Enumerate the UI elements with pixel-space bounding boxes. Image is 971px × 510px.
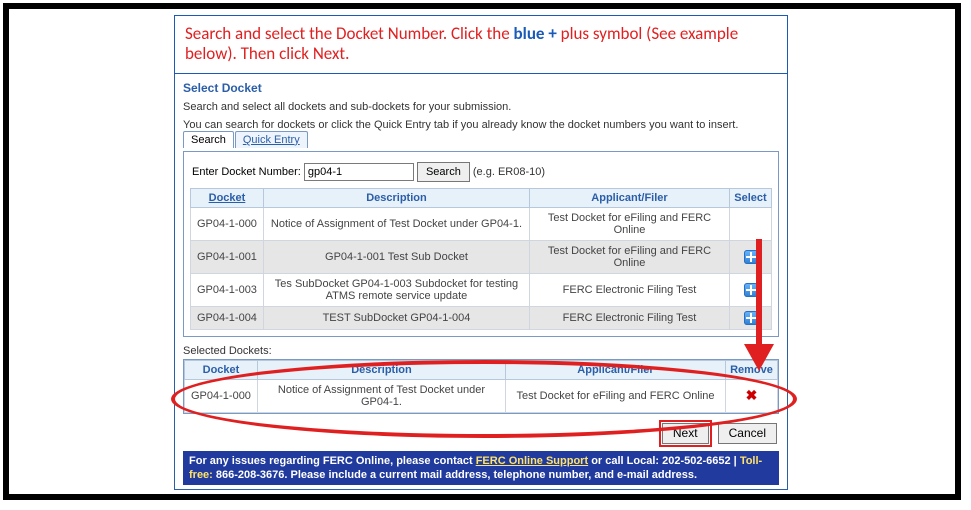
col-docket: Docket bbox=[185, 360, 258, 379]
select-docket-panel: Select Docket Search and select all dock… bbox=[174, 74, 788, 491]
cell-select bbox=[730, 306, 772, 329]
col-applicant: Applicant/Filer bbox=[506, 360, 726, 379]
cancel-button[interactable]: Cancel bbox=[718, 423, 777, 444]
footer-t3: Please include a current mail address, t… bbox=[287, 469, 697, 481]
page-frame: Search and select the Docket Number. Cli… bbox=[3, 3, 961, 500]
cell-docket: GP04-1-000 bbox=[185, 379, 258, 412]
selected-box: Docket Description Applicant/Filer Remov… bbox=[183, 359, 779, 414]
cell-applicant: Test Docket for eFiling and FERC Online bbox=[506, 379, 726, 412]
remove-icon[interactable]: ✖ bbox=[746, 388, 758, 402]
cell-docket: GP04-1-004 bbox=[191, 306, 264, 329]
docket-input[interactable] bbox=[304, 163, 414, 181]
cell-docket: GP04-1-003 bbox=[191, 273, 264, 306]
next-highlight: Next bbox=[659, 420, 712, 447]
cell-applicant: FERC Electronic Filing Test bbox=[530, 273, 730, 306]
plus-icon[interactable] bbox=[744, 250, 758, 264]
instruction-banner: Search and select the Docket Number. Cli… bbox=[174, 15, 788, 74]
cell-select bbox=[730, 273, 772, 306]
panel-legend: Select Docket bbox=[179, 78, 783, 101]
panel-desc2: You can search for dockets or click the … bbox=[179, 119, 783, 131]
cell-applicant: Test Docket for eFiling and FERC Online bbox=[530, 207, 730, 240]
col-description: Description bbox=[263, 188, 529, 207]
footer-support-link[interactable]: FERC Online Support bbox=[476, 455, 588, 467]
cell-desc: TEST SubDocket GP04-1-004 bbox=[263, 306, 529, 329]
example-text: (e.g. ER08-10) bbox=[473, 166, 545, 178]
table-row: GP04-1-003 Tes SubDocket GP04-1-003 Subd… bbox=[191, 273, 772, 306]
col-remove: Remove bbox=[726, 360, 778, 379]
plus-icon[interactable] bbox=[744, 311, 758, 325]
next-button[interactable]: Next bbox=[662, 423, 709, 444]
cell-desc: Notice of Assignment of Test Docket unde… bbox=[263, 207, 529, 240]
cell-remove: ✖ bbox=[726, 379, 778, 412]
nav-row: Next Cancel bbox=[185, 420, 777, 447]
docket-label: Enter Docket Number: bbox=[192, 166, 301, 178]
table-row: GP04-1-001 GP04-1-001 Test Sub Docket Te… bbox=[191, 240, 772, 273]
tab-quick-entry[interactable]: Quick Entry bbox=[235, 131, 308, 148]
cell-desc: Notice of Assignment of Test Docket unde… bbox=[257, 379, 505, 412]
selected-table: Docket Description Applicant/Filer Remov… bbox=[184, 360, 778, 413]
cell-docket: GP04-1-000 bbox=[191, 207, 264, 240]
plus-icon[interactable] bbox=[744, 283, 758, 297]
instruction-pre: Search and select the Docket Number. Cli… bbox=[185, 23, 514, 44]
cell-select bbox=[730, 240, 772, 273]
cell-applicant: Test Docket for eFiling and FERC Online bbox=[530, 240, 730, 273]
cell-select bbox=[730, 207, 772, 240]
blue-plus-text: blue + bbox=[514, 23, 557, 44]
panel-desc: Search and select all dockets and sub-do… bbox=[179, 101, 783, 119]
search-button[interactable]: Search bbox=[417, 162, 470, 182]
selected-header-row: Docket Description Applicant/Filer Remov… bbox=[185, 360, 778, 379]
results-header-row: Docket Description Applicant/Filer Selec… bbox=[191, 188, 772, 207]
table-row: GP04-1-004 TEST SubDocket GP04-1-004 FER… bbox=[191, 306, 772, 329]
stage: Search and select the Docket Number. Cli… bbox=[174, 15, 788, 490]
footer-toll: 866-208-3676. bbox=[213, 469, 288, 481]
footer-t1: For any issues regarding FERC Online, pl… bbox=[189, 455, 476, 467]
footer-bar: For any issues regarding FERC Online, pl… bbox=[183, 451, 779, 486]
cell-applicant: FERC Electronic Filing Test bbox=[530, 306, 730, 329]
col-applicant: Applicant/Filer bbox=[530, 188, 730, 207]
col-docket[interactable]: Docket bbox=[209, 192, 246, 204]
entry-row: Enter Docket Number: Search (e.g. ER08-1… bbox=[190, 158, 772, 188]
col-select: Select bbox=[730, 188, 772, 207]
cell-desc: Tes SubDocket GP04-1-003 Subdocket for t… bbox=[263, 273, 529, 306]
col-description: Description bbox=[257, 360, 505, 379]
tab-search[interactable]: Search bbox=[183, 131, 234, 148]
search-box: Enter Docket Number: Search (e.g. ER08-1… bbox=[183, 151, 779, 337]
tabs: SearchQuick Entry bbox=[183, 131, 783, 151]
selected-label: Selected Dockets: bbox=[183, 345, 779, 357]
cell-docket: GP04-1-001 bbox=[191, 240, 264, 273]
cell-desc: GP04-1-001 Test Sub Docket bbox=[263, 240, 529, 273]
table-row: GP04-1-000 Notice of Assignment of Test … bbox=[185, 379, 778, 412]
footer-t2: or call Local: 202-502-6652 | bbox=[588, 455, 740, 467]
table-row: GP04-1-000 Notice of Assignment of Test … bbox=[191, 207, 772, 240]
results-table: Docket Description Applicant/Filer Selec… bbox=[190, 188, 772, 330]
